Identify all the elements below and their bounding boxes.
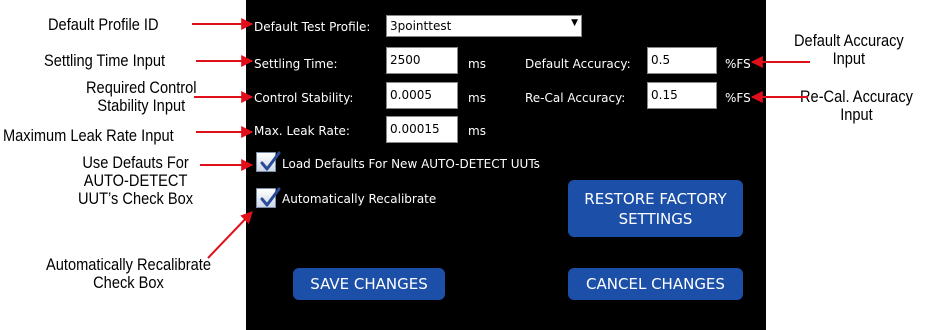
arrow-auto-recalibrate (207, 211, 253, 259)
callout-arrows (192, 18, 810, 259)
